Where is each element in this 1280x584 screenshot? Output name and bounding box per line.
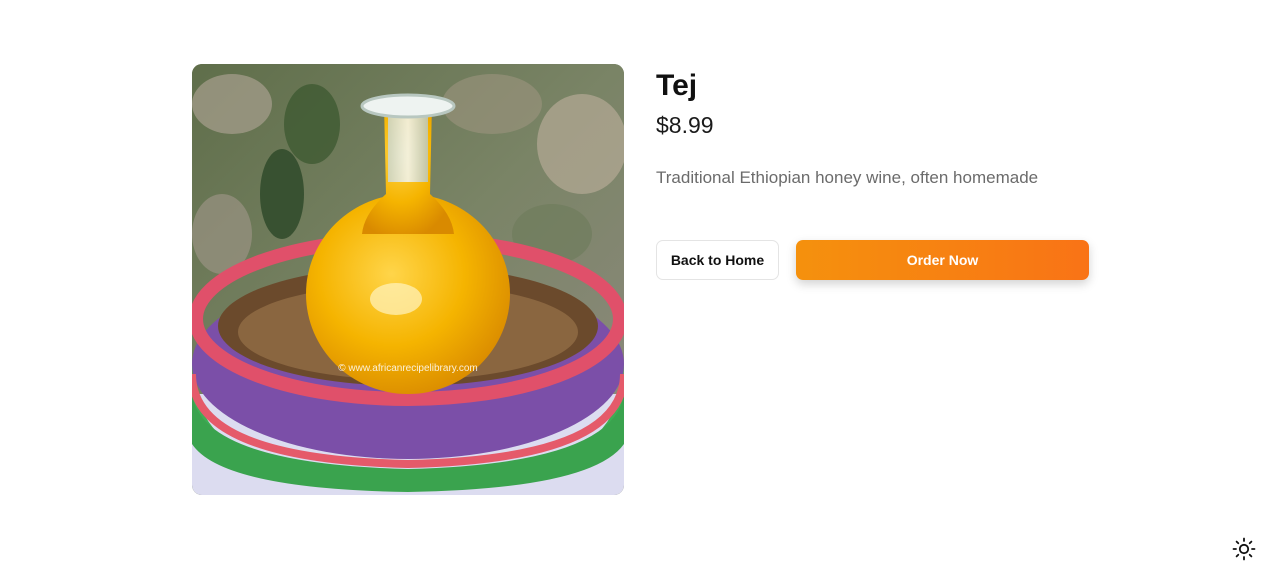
back-to-home-button[interactable]: Back to Home (656, 240, 779, 280)
product-price: $8.99 (656, 112, 714, 138)
product-details: Tej $8.99 Traditional Ethiopian honey wi… (656, 64, 1096, 280)
theme-toggle-button[interactable] (1232, 537, 1256, 561)
sun-icon (1232, 537, 1256, 561)
product-detail-page: © www.africanrecipelibrary.com Tej $8.99… (0, 0, 1280, 584)
tej-photo: © www.africanrecipelibrary.com (192, 64, 624, 495)
product-image: © www.africanrecipelibrary.com (192, 64, 624, 495)
action-buttons: Back to Home Order Now (656, 240, 1089, 280)
order-now-button[interactable]: Order Now (796, 240, 1089, 280)
image-watermark: © www.africanrecipelibrary.com (338, 363, 477, 374)
product-title: Tej (656, 69, 698, 102)
product-description: Traditional Ethiopian honey wine, often … (656, 168, 1039, 187)
